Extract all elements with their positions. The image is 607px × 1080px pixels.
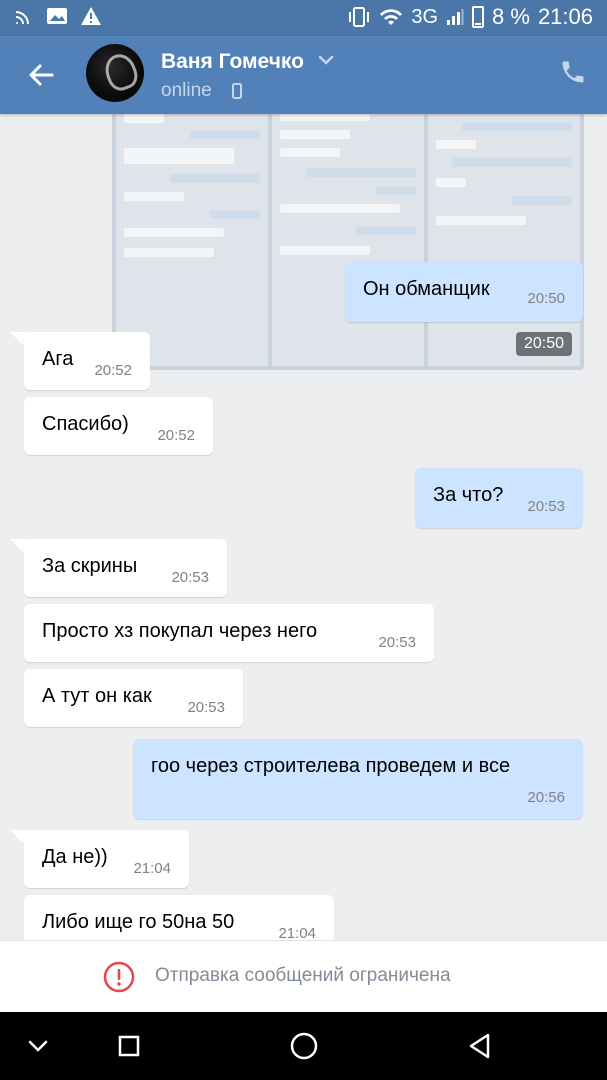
message-incoming[interactable]: За скрины 20:53 (24, 539, 227, 597)
message-text: гоо через строителева проведем и все (151, 755, 511, 777)
message-text: За что? (433, 484, 504, 506)
chat-header: Ваня Гомечко online (0, 36, 607, 114)
back-arrow-icon (29, 64, 54, 86)
chevron-down-icon[interactable] (318, 54, 334, 66)
signal-icon (447, 9, 464, 25)
message-time: 20:53 (171, 569, 209, 586)
restriction-message: Отправка сообщений ограничена (155, 965, 451, 986)
nav-home-button[interactable] (286, 1028, 322, 1064)
screenshot-panel (272, 114, 424, 366)
nav-hide-button[interactable] (20, 1028, 56, 1064)
message-outgoing[interactable]: За что? 20:53 (415, 468, 583, 528)
message-list[interactable]: 20:50 Он обманщик 20:50 Ага 20:52 Спасиб… (0, 114, 607, 940)
battery-percent: 8 % (492, 4, 530, 29)
status-indicators: 3G 8 % 21:06 (347, 4, 593, 30)
back-button[interactable] (22, 56, 60, 94)
nav-recents-button[interactable] (111, 1028, 147, 1064)
clock: 21:06 (537, 4, 593, 29)
screenshot-panel (428, 114, 580, 366)
status-bar: 3G 8 % 21:06 (0, 0, 607, 36)
mobile-device-icon (232, 83, 242, 99)
message-text: Спасибо) (42, 413, 129, 435)
message-text: Либо ище го 50на 50 (42, 911, 235, 933)
battery-icon (472, 6, 485, 28)
phone-call-icon (562, 61, 584, 83)
message-time: 21:04 (278, 925, 316, 940)
message-time: 20:53 (378, 634, 416, 651)
screenshot-panel (116, 114, 268, 366)
message-time: 20:53 (527, 498, 565, 515)
message-incoming[interactable]: Спасибо) 20:52 (24, 397, 213, 455)
message-text: А тут он как (42, 685, 152, 707)
network-type: 3G (411, 5, 439, 28)
nav-home-icon (290, 1032, 318, 1060)
message-text: Ага (42, 348, 74, 370)
contact-name[interactable]: Ваня Гомечко (161, 50, 304, 74)
nav-back-icon (469, 1033, 490, 1059)
photo-attachment[interactable]: 20:50 (112, 114, 584, 370)
message-text: Он обманщик (363, 278, 490, 300)
message-time: 20:50 (527, 290, 565, 307)
message-time: 20:53 (187, 699, 225, 716)
message-outgoing[interactable]: Он обманщик 20:50 (345, 262, 583, 322)
wifi-icon (380, 9, 403, 25)
call-button[interactable] (559, 58, 587, 91)
status-notifications (14, 6, 102, 26)
message-text: За скрины (42, 555, 138, 577)
system-navigation-bar (0, 1012, 607, 1080)
avatar[interactable] (86, 44, 144, 102)
message-time: 20:52 (157, 427, 195, 444)
nav-back-button[interactable] (462, 1028, 498, 1064)
message-outgoing[interactable]: гоо через строителева проведем и все 20:… (133, 739, 583, 819)
contact-status: online (161, 80, 212, 101)
message-incoming[interactable]: Просто хз покупал через него 20:53 (24, 604, 434, 662)
message-incoming[interactable]: А тут он как 20:53 (24, 669, 243, 727)
alert-icon (81, 7, 101, 25)
message-text: Да не)) (42, 846, 108, 868)
image-icon (47, 8, 67, 24)
warning-icon (103, 961, 135, 993)
message-incoming[interactable]: Ага 20:52 (24, 332, 150, 390)
messaging-restricted-bar: Отправка сообщений ограничена (0, 940, 607, 1012)
message-text: Просто хз покупал через него (42, 620, 318, 642)
message-incoming[interactable]: Либо ище го 50на 50 21:04 (24, 895, 334, 940)
vibrate-icon (349, 7, 370, 27)
cast-icon (16, 11, 29, 24)
message-time: 21:04 (133, 860, 171, 877)
message-incoming[interactable]: Да не)) 21:04 (24, 830, 189, 888)
photo-timestamp: 20:50 (515, 332, 572, 356)
message-time: 20:56 (527, 789, 565, 806)
nav-hide-icon (28, 1040, 48, 1052)
message-time: 20:52 (94, 362, 132, 379)
nav-recents-icon (118, 1035, 140, 1057)
